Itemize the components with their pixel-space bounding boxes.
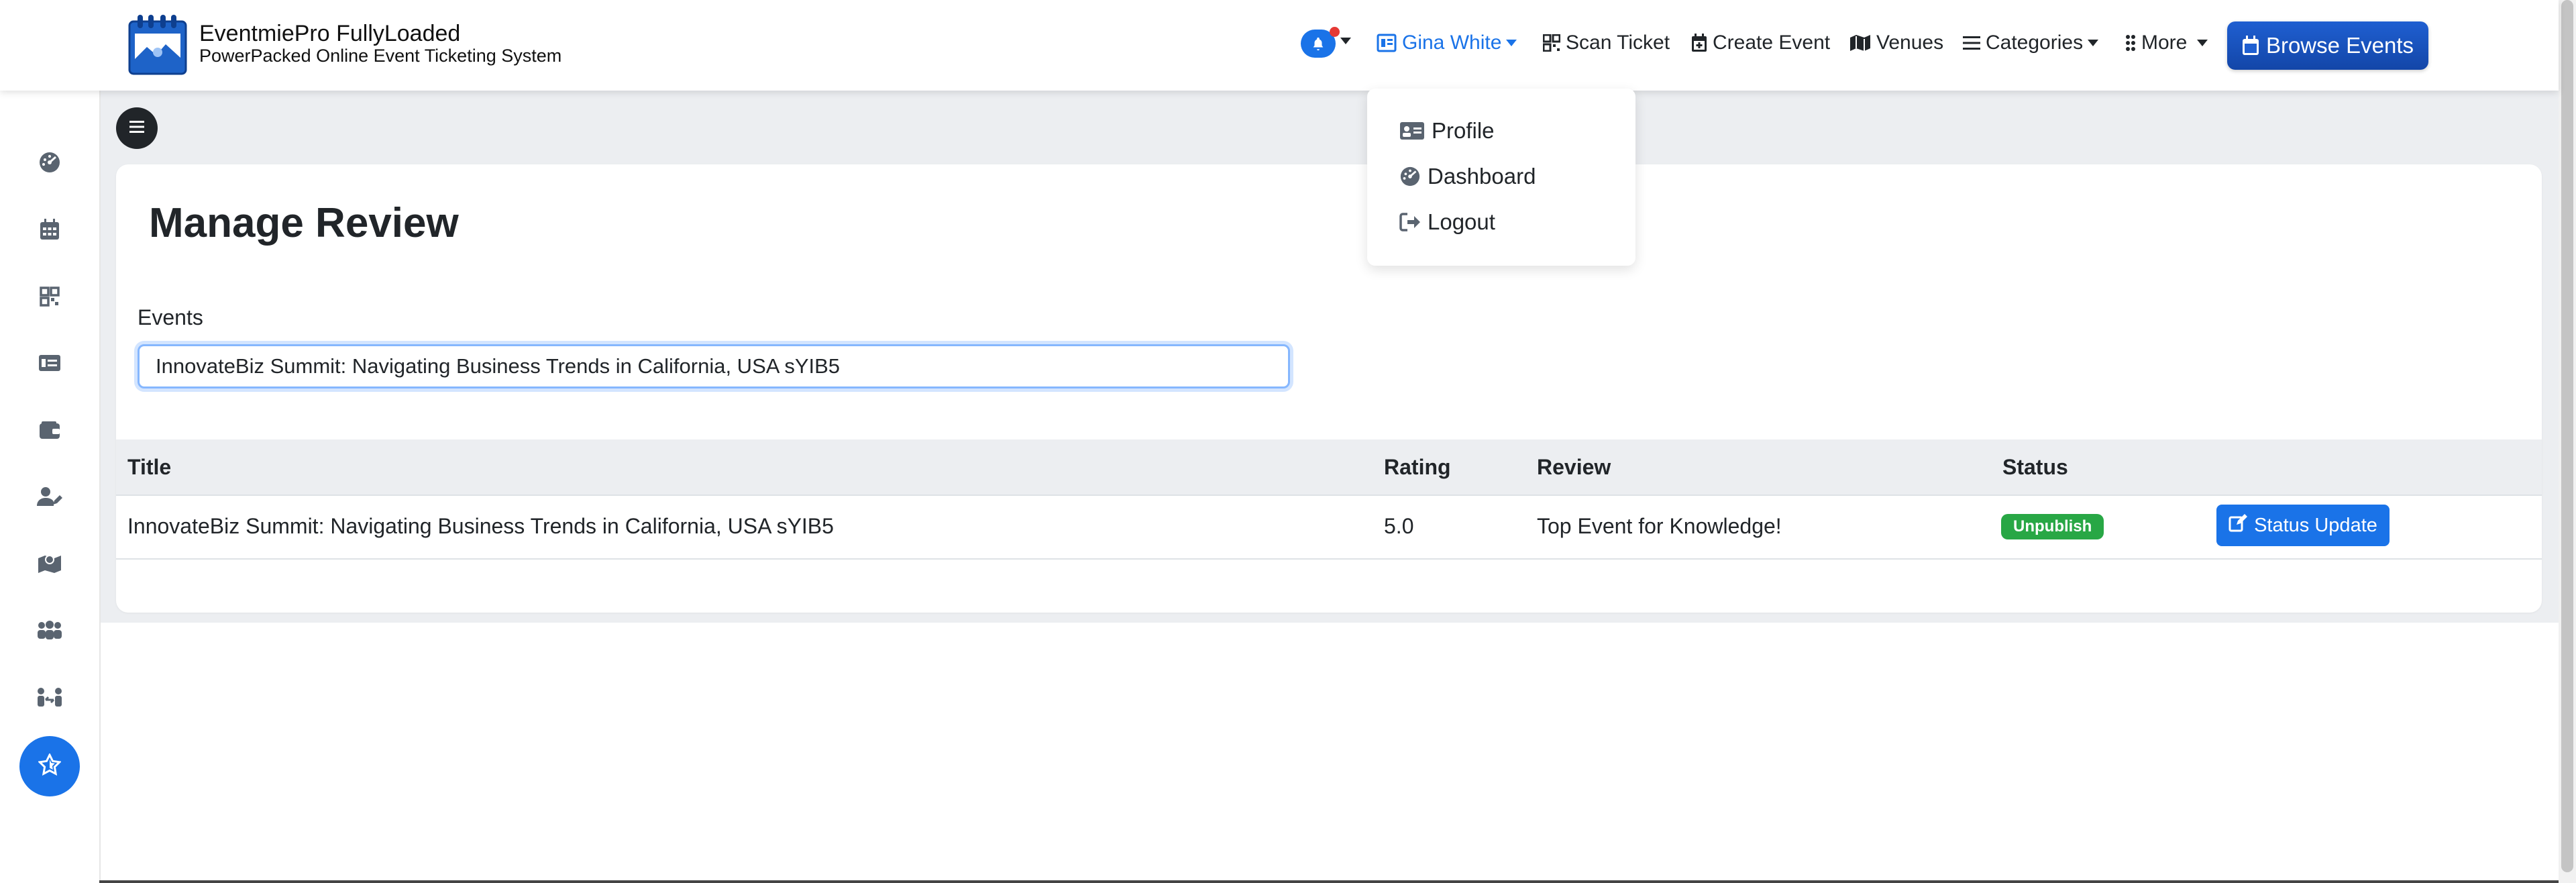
nav-categories[interactable]: Categories: [1963, 30, 2099, 56]
chevron-down-icon[interactable]: [1340, 36, 1352, 48]
sidebar-toggle-button[interactable]: [116, 107, 158, 149]
nav-more[interactable]: More: [2125, 30, 2208, 56]
status-badge: Unpublish: [2001, 514, 2104, 539]
user-badge-icon: [1377, 34, 1397, 52]
user-dropdown-menu: Profile Dashboard Logout: [1367, 89, 1635, 266]
menu-item-dashboard[interactable]: Dashboard: [1399, 160, 1536, 193]
browse-events-label: Browse Events: [2265, 33, 2414, 58]
user-menu-toggle[interactable]: Gina White: [1377, 30, 1517, 56]
qrcode-icon: [1543, 34, 1560, 52]
calendar-plus-icon: [1691, 34, 1707, 52]
wallet-icon[interactable]: [36, 416, 64, 444]
row-review: Top Event for Knowledge!: [1537, 514, 1782, 538]
dashboard-icon[interactable]: [36, 148, 64, 176]
user-name: Gina White: [1402, 32, 1502, 54]
edit-icon: [2229, 513, 2248, 537]
menu-item-label: Dashboard: [1428, 164, 1536, 189]
nav-create-event[interactable]: Create Event: [1691, 30, 1830, 56]
chevron-down-icon: [2196, 39, 2208, 47]
nav-more-label: More: [2141, 32, 2188, 54]
browse-events-button[interactable]: Browse Events: [2227, 21, 2428, 70]
menu-item-label: Profile: [1432, 118, 1495, 143]
nav-categories-label: Categories: [1986, 32, 2084, 54]
row-rating: 5.0: [1384, 514, 1414, 538]
column-header-title: Title: [127, 455, 172, 479]
nav-venues-label: Venues: [1876, 32, 1944, 54]
review-card: Manage Review Events Title Rating Review…: [116, 164, 2542, 613]
column-header-rating: Rating: [1384, 455, 1451, 479]
qrcode-icon[interactable]: [36, 282, 64, 311]
notification-dot: [1330, 27, 1340, 37]
star-icon: [37, 752, 62, 780]
status-update-button[interactable]: Status Update: [2216, 505, 2390, 546]
bell-icon: [1311, 36, 1326, 51]
brand-logo[interactable]: [127, 11, 189, 76]
dashboard-icon: [1399, 166, 1421, 187]
brand-tagline: PowerPacked Online Event Ticketing Syste…: [199, 46, 562, 66]
ticket-card-icon[interactable]: [36, 349, 64, 377]
id-card-icon: [1399, 121, 1425, 140]
user-edit-icon[interactable]: [36, 482, 64, 511]
events-label: Events: [138, 305, 203, 329]
chevron-down-icon: [2087, 39, 2099, 47]
events-select[interactable]: [138, 344, 1290, 388]
brand-name: EventmiePro FullyLoaded: [199, 21, 461, 46]
column-header-review: Review: [1537, 455, 1611, 479]
nav-scan-ticket[interactable]: Scan Ticket: [1543, 30, 1670, 56]
map-icon[interactable]: [36, 550, 64, 578]
people-arrows-icon[interactable]: [36, 683, 64, 711]
menu-item-profile[interactable]: Profile: [1399, 114, 1495, 148]
status-update-label: Status Update: [2254, 514, 2377, 536]
grip-icon: [2125, 34, 2136, 52]
nav-venues[interactable]: Venues: [1849, 30, 1943, 56]
nav-scan-ticket-label: Scan Ticket: [1566, 32, 1670, 54]
menu-item-label: Logout: [1428, 209, 1495, 234]
menu-item-logout[interactable]: Logout: [1399, 205, 1495, 239]
chevron-down-icon: [1505, 39, 1517, 47]
logout-icon: [1399, 212, 1421, 232]
table-row: InnovateBiz Summit: Navigating Business …: [116, 495, 2542, 560]
list-icon: [1963, 35, 1980, 51]
nav-create-event-label: Create Event: [1713, 32, 1831, 54]
scrollbar-thumb[interactable]: [2561, 0, 2573, 872]
column-header-status: Status: [2002, 455, 2068, 479]
top-navbar: EventmiePro FullyLoaded PowerPacked Onli…: [0, 0, 2559, 91]
row-title: InnovateBiz Summit: Navigating Business …: [127, 514, 834, 538]
users-icon[interactable]: [36, 616, 64, 644]
bottom-border: [99, 880, 2559, 883]
calendar-icon[interactable]: [36, 215, 64, 244]
table-header: Title Rating Review Status: [116, 439, 2542, 496]
calendar-icon: [2242, 36, 2259, 56]
reviews-nav-button[interactable]: [19, 736, 80, 796]
page-title: Manage Review: [149, 200, 459, 246]
hamburger-icon: [129, 120, 144, 137]
map-icon: [1849, 34, 1871, 52]
